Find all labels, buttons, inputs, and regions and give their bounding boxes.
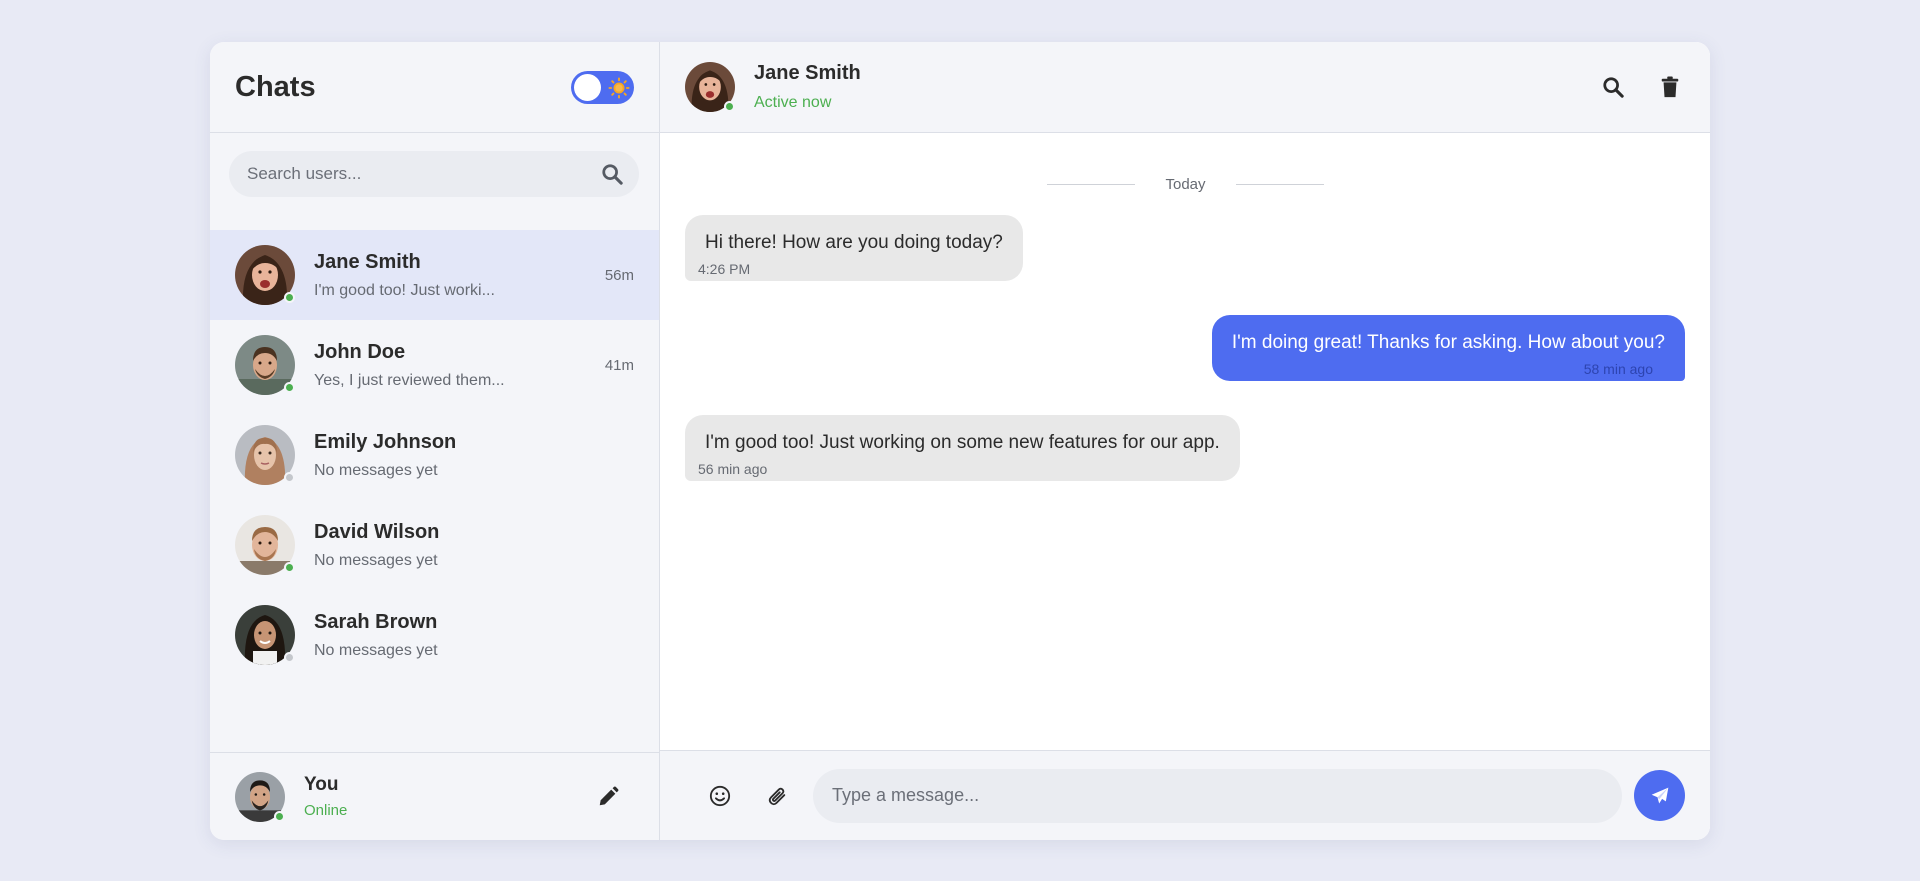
separator-line bbox=[1047, 184, 1135, 185]
toggle-knob bbox=[574, 73, 601, 101]
chat-avatar-wrap bbox=[685, 62, 735, 112]
chat-header: Jane Smith Active now bbox=[660, 42, 1710, 133]
attach-button[interactable] bbox=[762, 781, 792, 811]
status-dot-online bbox=[724, 101, 735, 112]
paperclip-icon bbox=[768, 787, 786, 805]
trash-icon bbox=[1661, 76, 1679, 98]
day-label: Today bbox=[1165, 176, 1206, 193]
chat-header-info: Jane Smith Active now bbox=[754, 62, 1571, 112]
search-icon bbox=[1603, 77, 1624, 98]
contact-preview: No messages yet bbox=[314, 641, 438, 659]
delete-chat-button[interactable] bbox=[1655, 72, 1685, 102]
day-separator: Today bbox=[1047, 176, 1324, 193]
contact-name: Sarah Brown bbox=[314, 610, 438, 633]
contact-time: 41m bbox=[604, 357, 634, 374]
contact-list: Jane Smith I'm good too! Just worki... 5… bbox=[210, 230, 659, 752]
contact-info: Sarah Brown No messages yet bbox=[314, 611, 634, 660]
message-time: 58 min ago bbox=[1583, 361, 1653, 377]
search-messages-button[interactable] bbox=[1598, 72, 1628, 102]
message-time: 56 min ago bbox=[698, 461, 768, 477]
emoji-icon bbox=[709, 785, 731, 806]
chat-contact-status: Active now bbox=[754, 94, 832, 111]
message-bubble-outgoing: I'm doing great! Thanks for asking. How … bbox=[1211, 315, 1685, 381]
sidebar-title: Chats bbox=[235, 70, 316, 103]
status-dot-online bbox=[284, 562, 295, 573]
user-status: Online bbox=[304, 802, 348, 819]
user-name: You bbox=[304, 774, 339, 795]
sidebar: Chats Search users... Jane Smith I'm goo… bbox=[210, 42, 660, 840]
emoji-button[interactable] bbox=[705, 781, 735, 811]
contact-info: Emily Johnson No messages yet bbox=[314, 431, 634, 480]
message-bubble-incoming: Hi there! How are you doing today? 4:26 … bbox=[685, 215, 1023, 281]
user-avatar-wrap[interactable] bbox=[235, 771, 285, 822]
pencil-icon bbox=[599, 785, 619, 805]
contact-info: David Wilson No messages yet bbox=[314, 521, 634, 570]
message-text: I'm good too! Just working on some new f… bbox=[705, 432, 1220, 453]
message-composer bbox=[660, 750, 1710, 840]
user-info: You Online bbox=[304, 774, 594, 819]
contact-preview: No messages yet bbox=[314, 551, 438, 569]
chat-panel: Jane Smith Active now Today Hi there! Ho… bbox=[660, 42, 1710, 840]
search-icon bbox=[602, 164, 623, 185]
search-box bbox=[229, 151, 639, 197]
avatar-wrap bbox=[235, 245, 295, 305]
contact-item-emily-johnson[interactable]: Emily Johnson No messages yet bbox=[210, 410, 659, 500]
send-icon bbox=[1651, 787, 1668, 803]
status-dot-online bbox=[274, 810, 285, 822]
contact-name: John Doe bbox=[314, 340, 406, 363]
search-area bbox=[210, 133, 659, 230]
contact-item-john-doe[interactable]: John Doe Yes, I just reviewed them... 41… bbox=[210, 320, 659, 410]
avatar-wrap bbox=[235, 425, 295, 485]
contact-name: Jane Smith bbox=[314, 250, 421, 273]
status-dot-online bbox=[284, 292, 295, 303]
message-text: Hi there! How are you doing today? bbox=[705, 232, 1003, 253]
contact-preview: No messages yet bbox=[314, 461, 438, 479]
sidebar-footer: You Online bbox=[210, 752, 659, 840]
chat-app: Chats Search users... Jane Smith I'm goo… bbox=[210, 42, 1710, 840]
message-input[interactable] bbox=[813, 768, 1622, 823]
edit-profile-button[interactable] bbox=[594, 783, 622, 811]
message-time: 4:26 PM bbox=[698, 261, 751, 277]
contact-info: John Doe Yes, I just reviewed them... bbox=[314, 341, 634, 390]
contact-time: 56m bbox=[604, 267, 634, 284]
message-list: Today Hi there! How are you doing today?… bbox=[660, 133, 1710, 750]
avatar-wrap bbox=[235, 515, 295, 575]
status-dot-offline bbox=[284, 652, 295, 663]
status-dot-online bbox=[284, 382, 295, 393]
send-button[interactable] bbox=[1634, 770, 1685, 821]
search-input[interactable] bbox=[247, 164, 599, 184]
message-bubble-incoming: I'm good too! Just working on some new f… bbox=[685, 415, 1240, 481]
contact-preview: Yes, I just reviewed them... bbox=[314, 371, 505, 389]
contact-name: Emily Johnson bbox=[314, 430, 457, 453]
separator-line bbox=[1236, 184, 1324, 185]
chat-contact-name: Jane Smith bbox=[754, 62, 861, 84]
contact-item-sarah-brown[interactable]: Sarah Brown No messages yet bbox=[210, 590, 659, 680]
contact-name: David Wilson bbox=[314, 520, 440, 543]
avatar-wrap bbox=[235, 605, 295, 665]
contact-info: Jane Smith I'm good too! Just worki... bbox=[314, 251, 634, 300]
contact-item-jane-smith[interactable]: Jane Smith I'm good too! Just worki... 5… bbox=[210, 230, 659, 320]
message-text: I'm doing great! Thanks for asking. How … bbox=[1231, 332, 1665, 353]
status-dot-offline bbox=[284, 472, 295, 483]
contact-item-david-wilson[interactable]: David Wilson No messages yet bbox=[210, 500, 659, 590]
contact-preview: I'm good too! Just worki... bbox=[314, 281, 495, 299]
sidebar-header: Chats bbox=[210, 42, 659, 133]
avatar-wrap bbox=[235, 335, 295, 395]
sun-icon bbox=[608, 76, 630, 99]
theme-toggle[interactable] bbox=[571, 70, 634, 104]
search-button[interactable] bbox=[599, 161, 625, 187]
